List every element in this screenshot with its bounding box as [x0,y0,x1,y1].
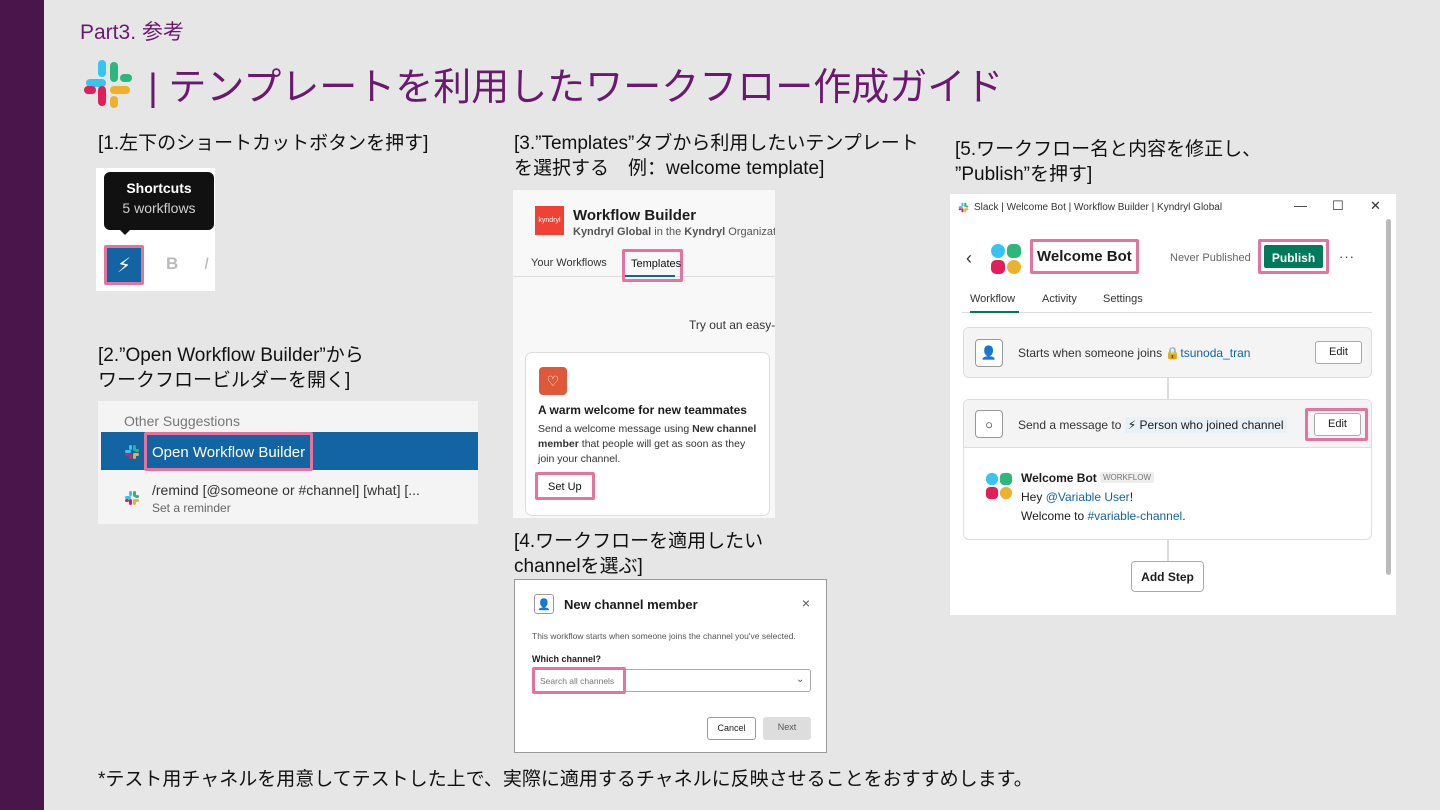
tab-activity[interactable]: Activity [1042,293,1077,305]
kyndryl-logo: kyndryl [535,206,564,235]
step3-label: [3.”Templates”タブから利用したいテンプレート を選択する 例：we… [514,131,919,181]
step3-line2: を選択する 例：welcome template] [514,158,825,179]
more-options-icon[interactable]: ··· [1339,249,1355,264]
close-icon[interactable]: × [802,595,810,611]
minimize-icon[interactable]: — [1294,198,1307,213]
template-card[interactable]: ♡ A warm welcome for new teammates Send … [525,352,770,516]
which-channel-label: Which channel? [532,654,602,664]
step4-line2: channelを選ぶ] [514,556,643,577]
scrollbar[interactable] [1386,219,1391,575]
person-variable-chip: ⚡ Person who joined channel [1124,417,1287,433]
active-tab-underline [970,311,1019,313]
tooltip-arrow [118,228,132,235]
back-arrow-icon[interactable]: ‹ [966,248,972,269]
setup-button[interactable]: Set Up [535,472,595,500]
message-line-2: Welcome to #variable-channel. [1021,509,1186,523]
remind-subtitle: Set a reminder [152,501,231,515]
edit-message-button[interactable]: Edit [1314,413,1361,436]
dialog-title: New channel member [564,597,698,612]
shortcuts-screenshot: Shortcuts 5 workflows ⚡ B I [96,168,215,291]
templates-screenshot: kyndryl Workflow Builder Kyndryl Global … [513,190,775,518]
window-title: Slack | Welcome Bot | Workflow Builder |… [974,202,1223,213]
slack-icon [125,445,139,459]
suggestions-header: Other Suggestions [124,413,240,429]
lightning-icon: ⚡ [116,254,132,277]
template-card-description: Send a welcome message using New channel… [538,423,757,465]
step3-line1: [3.”Templates”タブから利用したいテンプレート [514,133,919,154]
step5-label: [5.ワークフロー名と内容を修正し、 ”Publish”を押す] [955,137,1261,187]
send-message-text: Send a message to ⚡ Person who joined ch… [1018,417,1287,433]
bot-avatar-icon [985,472,1013,500]
tab-templates[interactable]: Templates [622,249,683,282]
workflow-editor-screenshot: Slack | Welcome Bot | Workflow Builder |… [950,194,1396,615]
cancel-button[interactable]: Cancel [707,717,756,740]
page-title: | テンプレートを利用したワークフロー作成ガイド [82,56,1003,111]
suggestions-screenshot: Other Suggestions Open Workflow Builder … [98,401,478,524]
publish-button-highlight: Publish [1258,239,1329,274]
lock-icon: 🔒 [1165,346,1181,360]
page-title-text: | テンプレートを利用したワークフロー作成ガイド [148,67,1004,109]
dialog-description: This workflow starts when someone joins … [532,631,796,641]
trigger-text: Starts when someone joins 🔒tsunoda_tran [1018,346,1251,360]
close-icon[interactable]: ✕ [1370,198,1381,214]
slack-icon [125,491,139,505]
add-step-button[interactable]: Add Step [1131,561,1204,592]
message-line-1: Hey @Variable User! [1021,490,1134,504]
tooltip-subtitle: 5 workflows [122,200,196,216]
step4-label: [4.ワークフローを適用したい channelを選ぶ] [514,529,763,579]
bold-format-button[interactable]: B [166,254,178,274]
shortcuts-button[interactable]: ⚡ [104,245,144,285]
search-icon: ○ [975,410,1003,438]
heart-icon: ♡ [539,367,567,395]
channel-search-placeholder[interactable]: Search all channels [532,667,626,694]
chevron-down-icon[interactable]: ⌄ [796,674,804,685]
publish-button[interactable]: Publish [1264,245,1323,268]
tab-divider [962,312,1372,313]
footnote: *テスト用チャネルを用意してテストした上で、実際に適用するチャネルに反映させるこ… [98,769,1033,790]
trigger-step: 👤 Starts when someone joins 🔒tsunoda_tra… [963,327,1372,378]
tryout-text: Try out an easy-t [689,318,775,332]
open-workflow-builder-item[interactable]: Open Workflow Builder [144,432,314,471]
left-sidebar-bar [0,0,44,810]
edit-message-highlight: Edit [1305,408,1368,441]
step-connector [1167,540,1169,561]
workflow-builder-subtitle: Kyndryl Global in the Kyndryl Organizati… [573,226,775,238]
tooltip-title: Shortcuts [126,180,192,196]
step1-label: [1.左下のショートカットボタンを押す] [98,133,429,154]
step5-line2: ”Publish”を押す] [955,164,1093,185]
step5-line1: [5.ワークフロー名と内容を修正し、 [955,139,1262,160]
person-icon: 👤 [534,594,554,614]
edit-trigger-button[interactable]: Edit [1315,341,1362,364]
step-connector [1167,378,1169,399]
step2-line2: ワークフロービルダーを開く] [98,370,351,391]
maximize-icon[interactable]: ☐ [1332,198,1344,214]
slack-icon [958,202,969,213]
remind-suggestion[interactable]: /remind [@someone or #channel] [what] [.… [152,482,420,498]
part-label: Part3. 参考 [80,21,184,44]
italic-format-button[interactable]: I [204,254,209,274]
tab-your-workflows[interactable]: Your Workflows [531,257,607,269]
template-card-title: A warm welcome for new teammates [538,403,747,417]
tab-settings[interactable]: Settings [1103,293,1143,305]
workflow-badge: WORKFLOW [1100,472,1154,483]
workflow-name[interactable]: Welcome Bot [1030,239,1139,274]
step2-line1: [2.”Open Workflow Builder”から [98,345,364,366]
publish-status: Never Published [1170,252,1251,264]
workflow-app-icon [991,244,1021,274]
shortcuts-tooltip: Shortcuts 5 workflows [104,172,214,230]
slack-logo-icon [84,59,132,108]
next-button[interactable]: Next [763,717,811,740]
person-icon: 👤 [975,339,1003,367]
tab-workflow[interactable]: Workflow [970,293,1015,305]
channel-dialog-screenshot: 👤 New channel member × This workflow sta… [514,579,827,753]
bot-name: Welcome Bot [1021,471,1097,485]
step2-label: [2.”Open Workflow Builder”から ワークフロービルダーを… [98,343,364,393]
step4-line1: [4.ワークフローを適用したい [514,531,764,552]
workflow-builder-title: Workflow Builder [573,207,697,224]
